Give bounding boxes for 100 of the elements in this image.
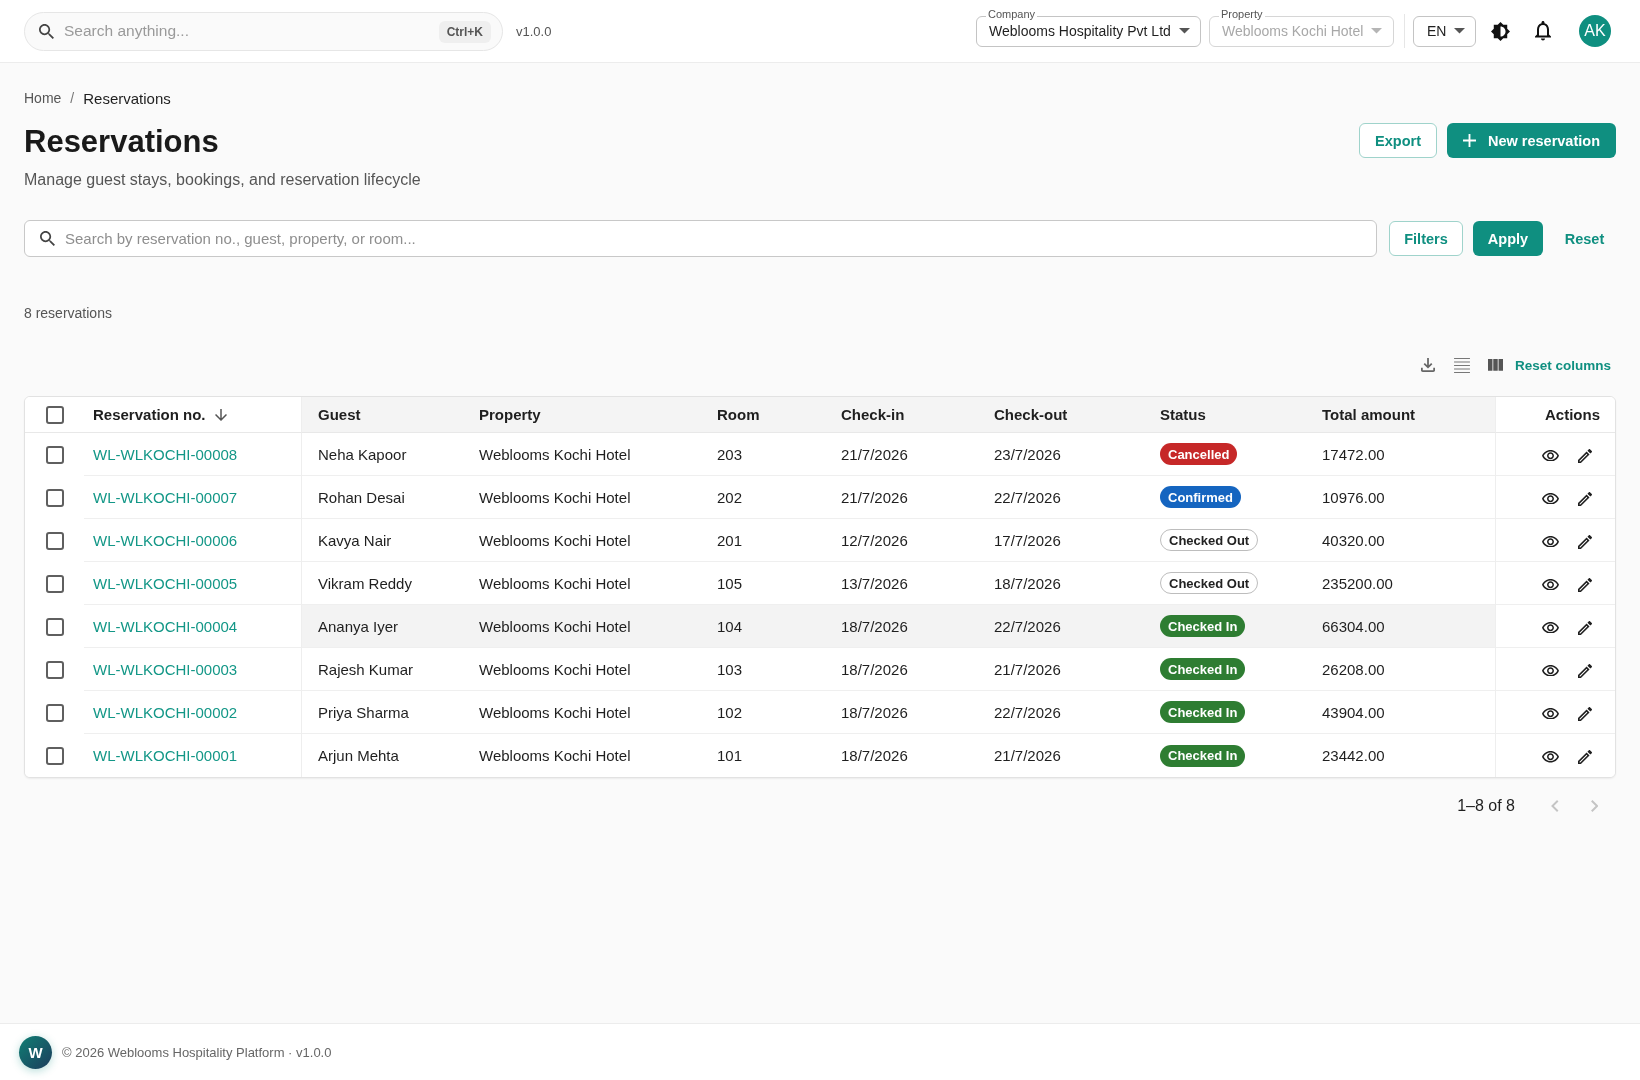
reservation-link[interactable]: WL-WLKOCHI-00002: [93, 703, 238, 721]
status-badge: Confirmed: [1160, 486, 1241, 508]
table-cell: 18/7/2026: [994, 574, 1061, 592]
download-icon[interactable]: [1420, 358, 1435, 372]
table-cell: 40320.00: [1322, 531, 1385, 549]
table-cell: 21/7/2026: [841, 488, 908, 506]
table-cell: 17472.00: [1322, 445, 1385, 463]
reservation-link[interactable]: WL-WLKOCHI-00007: [93, 488, 238, 506]
eye-icon[interactable]: [1541, 535, 1559, 548]
eye-icon[interactable]: [1541, 578, 1559, 591]
column-header[interactable]: Actions: [1495, 397, 1615, 433]
table-cell: 201: [717, 531, 743, 549]
version-label: v1.0.0: [516, 23, 552, 39]
page-subtitle: Manage guest stays, bookings, and reservation lifecycle: [24, 170, 421, 190]
notifications-icon[interactable]: [1535, 21, 1551, 41]
table-cell: Rohan Desai: [318, 488, 405, 506]
table-cell: Weblooms Kochi Hotel: [479, 531, 631, 549]
search-icon: [40, 231, 55, 246]
status-badge: Cancelled: [1160, 443, 1238, 465]
pencil-icon[interactable]: [1578, 534, 1592, 549]
row-checkbox[interactable]: [45, 445, 64, 464]
column-header[interactable]: Reservation no.: [84, 397, 302, 433]
caret-icon: [1454, 28, 1466, 34]
columns-icon[interactable]: [1487, 359, 1503, 371]
table-cell: 21/7/2026: [994, 747, 1061, 764]
column-header[interactable]: Total amount: [1306, 397, 1495, 433]
row-checkbox[interactable]: [45, 617, 64, 636]
table-cell: Weblooms Kochi Hotel: [479, 574, 631, 592]
column-header[interactable]: Property: [463, 397, 701, 433]
column-header[interactable]: Guest: [302, 397, 463, 433]
table-cell: Weblooms Kochi Hotel: [479, 617, 631, 635]
reservation-search-field[interactable]: Search by reservation no., guest, property, or room...: [24, 220, 1377, 257]
field-label: Company: [986, 7, 1038, 21]
apply-button[interactable]: Apply: [1473, 221, 1543, 256]
pencil-icon[interactable]: [1578, 663, 1592, 678]
table-cell: Rajesh Kumar: [318, 660, 414, 678]
table-cell: 22/7/2026: [994, 617, 1061, 635]
filters-button[interactable]: Filters: [1389, 221, 1463, 256]
table-cell: 203: [717, 445, 743, 463]
table-cell: 26208.00: [1322, 660, 1385, 678]
export-button[interactable]: Export: [1359, 123, 1437, 158]
status-badge: Checked In: [1160, 658, 1246, 680]
reservation-link[interactable]: WL-WLKOCHI-00005: [93, 574, 238, 592]
reservation-link[interactable]: WL-WLKOCHI-00006: [93, 531, 238, 549]
table-cell: 101: [717, 747, 743, 764]
row-checkbox[interactable]: [45, 703, 64, 722]
reset-columns-button[interactable]: Reset columns: [1502, 353, 1616, 377]
table-cell: 43904.00: [1322, 703, 1385, 721]
language-select[interactable]: EN: [1413, 15, 1476, 47]
new-reservation-button[interactable]: New reservation: [1446, 123, 1616, 158]
table-cell: 235200.00: [1322, 574, 1393, 592]
reservation-link[interactable]: WL-WLKOCHI-00001: [93, 747, 238, 764]
pencil-icon[interactable]: [1578, 620, 1592, 635]
pencil-icon[interactable]: [1578, 577, 1592, 592]
table-cell: Vikram Reddy: [318, 574, 412, 592]
breadcrumb-current: Reservations: [83, 89, 171, 107]
table-cell: Neha Kapoor: [318, 445, 407, 463]
row-checkbox[interactable]: [45, 747, 64, 765]
column-header[interactable]: Check-in: [825, 397, 978, 433]
column-header[interactable]: Room: [701, 397, 825, 433]
column-header[interactable]: Status: [1144, 397, 1306, 433]
table-cell: 17/7/2026: [994, 531, 1061, 549]
reservation-link[interactable]: WL-WLKOCHI-00003: [93, 660, 238, 678]
eye-icon[interactable]: [1541, 707, 1559, 720]
table-cell: Weblooms Kochi Hotel: [479, 488, 631, 506]
status-badge: Checked In: [1160, 615, 1246, 637]
table-cell: 13/7/2026: [841, 574, 908, 592]
pencil-icon[interactable]: [1578, 491, 1592, 506]
row-checkbox[interactable]: [45, 660, 64, 679]
eye-icon[interactable]: [1541, 492, 1559, 505]
pencil-icon[interactable]: [1578, 706, 1592, 721]
row-checkbox[interactable]: [45, 574, 64, 593]
row-checkbox[interactable]: [45, 531, 64, 550]
search-icon: [39, 23, 54, 39]
eye-icon[interactable]: [1541, 621, 1559, 634]
eye-icon[interactable]: [1541, 751, 1559, 763]
status-badge: Checked Out: [1160, 572, 1259, 594]
pencil-icon[interactable]: [1578, 750, 1592, 764]
eye-icon[interactable]: [1541, 664, 1559, 677]
column-header[interactable]: Check-out: [978, 397, 1144, 433]
field-label: Property: [1219, 7, 1265, 21]
reservation-link[interactable]: WL-WLKOCHI-00008: [93, 445, 238, 463]
table-cell: 22/7/2026: [994, 703, 1061, 721]
select-all-checkbox[interactable]: [45, 406, 64, 424]
table-cell: 102: [717, 703, 743, 721]
breadcrumb-link[interactable]: Home: [24, 90, 62, 106]
eye-icon[interactable]: [1541, 449, 1559, 462]
reservation-link[interactable]: WL-WLKOCHI-00004: [93, 617, 238, 635]
table-cell: 23442.00: [1322, 747, 1385, 764]
status-badge: Checked Out: [1160, 529, 1259, 551]
user-avatar[interactable]: AK: [1579, 15, 1611, 47]
breadcrumb-separator: /: [70, 90, 75, 106]
table-cell: 23/7/2026: [994, 445, 1061, 463]
pagination-range: 1–8 of 8: [1457, 797, 1515, 815]
row-checkbox[interactable]: [45, 488, 64, 507]
brightness-icon[interactable]: [1491, 21, 1510, 41]
list-icon[interactable]: [1453, 357, 1470, 373]
reset-button[interactable]: Reset: [1553, 221, 1616, 256]
table-cell: 66304.00: [1322, 617, 1385, 635]
pencil-icon[interactable]: [1578, 448, 1592, 463]
